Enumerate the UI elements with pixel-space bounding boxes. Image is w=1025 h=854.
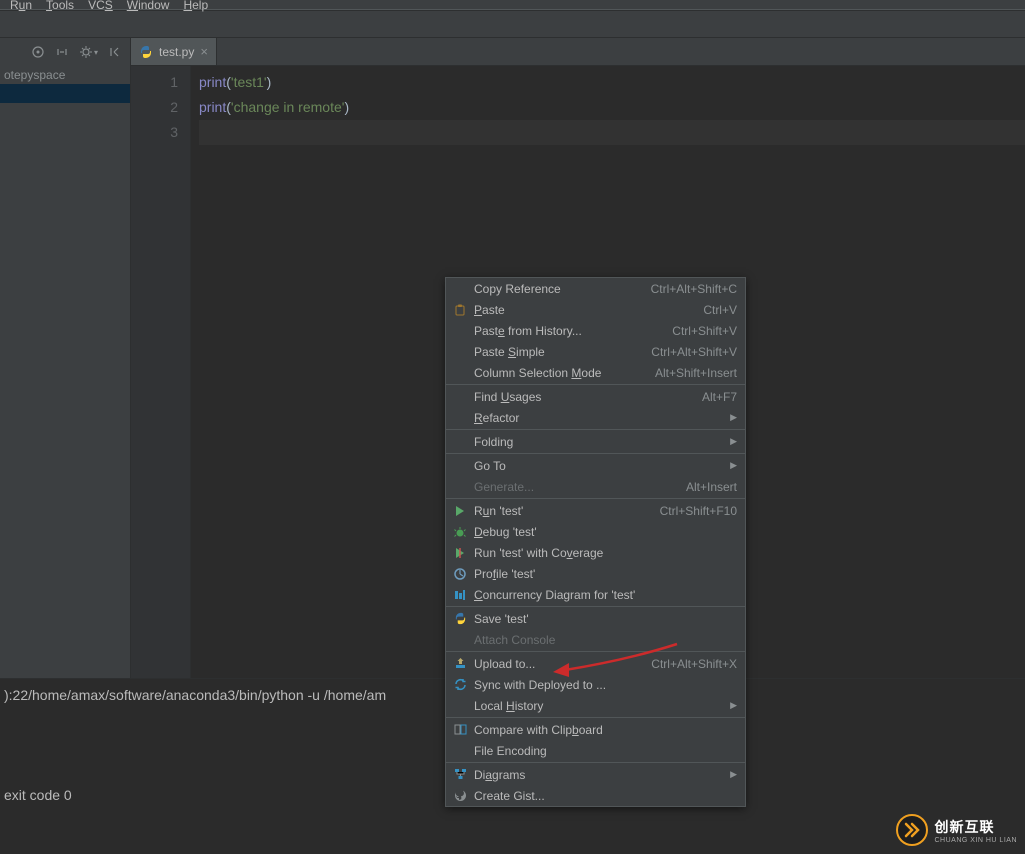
ctx-concurrency[interactable]: Concurrency Diagram for 'test' <box>446 584 745 605</box>
line-gutter: 1 2 3 <box>131 66 191 678</box>
ctx-paste-history[interactable]: Paste from History...Ctrl+Shift+V <box>446 320 745 341</box>
ctx-local-history[interactable]: Local History▶ <box>446 695 745 716</box>
sync-icon <box>452 678 468 691</box>
ctx-save[interactable]: Save 'test' <box>446 608 745 629</box>
code-line: print('test1') <box>199 70 1025 95</box>
menu-vcs[interactable]: VCS <box>88 0 113 12</box>
project-tool-window: ▾ otepyspace <box>0 38 131 678</box>
ctx-column-selection[interactable]: Column Selection ModeAlt+Shift+Insert <box>446 362 745 383</box>
upload-icon <box>452 657 468 670</box>
compare-icon <box>452 723 468 736</box>
python-file-icon <box>139 45 153 59</box>
ctx-compare-clipboard[interactable]: Compare with Clipboard <box>446 719 745 740</box>
ctx-sync[interactable]: Sync with Deployed to ... <box>446 674 745 695</box>
breadcrumb-bar <box>0 10 1025 38</box>
tab-filename: test.py <box>159 45 194 59</box>
github-icon <box>452 789 468 802</box>
editor-tab[interactable]: test.py × <box>131 38 217 65</box>
project-tree-item[interactable]: otepyspace <box>0 66 130 84</box>
ctx-find-usages[interactable]: Find UsagesAlt+F7 <box>446 386 745 407</box>
watermark: 创新互联 CHUANG XIN HU LIAN <box>896 814 1017 846</box>
project-toolbar: ▾ <box>0 38 130 66</box>
bug-icon <box>452 526 468 538</box>
ctx-attach-console: Attach Console <box>446 629 745 650</box>
ctx-file-encoding[interactable]: File Encoding <box>446 740 745 761</box>
watermark-logo-icon <box>896 814 928 846</box>
ctx-create-gist[interactable]: Create Gist... <box>446 785 745 806</box>
python-icon <box>452 612 468 625</box>
ctx-coverage[interactable]: Run 'test' with Coverage <box>446 542 745 563</box>
paste-icon <box>452 303 468 317</box>
ctx-run[interactable]: Run 'test'Ctrl+Shift+F10 <box>446 500 745 521</box>
project-tree-item-selected[interactable] <box>0 84 130 103</box>
collapse-icon[interactable] <box>55 45 69 59</box>
ctx-folding[interactable]: Folding▶ <box>446 431 745 452</box>
code-line: print('change in remote') <box>199 95 1025 120</box>
hide-icon[interactable] <box>108 45 122 59</box>
ctx-debug[interactable]: Debug 'test' <box>446 521 745 542</box>
ctx-diagrams[interactable]: Diagrams▶ <box>446 764 745 785</box>
target-icon[interactable] <box>31 45 45 59</box>
editor-tabs: test.py × <box>131 38 1025 66</box>
ctx-paste-simple[interactable]: Paste SimpleCtrl+Alt+Shift+V <box>446 341 745 362</box>
coverage-icon <box>452 547 468 559</box>
menu-help[interactable]: Help <box>183 0 208 12</box>
ctx-copy-reference[interactable]: Copy ReferenceCtrl+Alt+Shift+C <box>446 278 745 299</box>
tab-close-icon[interactable]: × <box>200 44 208 59</box>
diagram-icon <box>452 768 468 781</box>
main-menu-bar: Run Tools VCS Window Help <box>0 0 1025 10</box>
ctx-goto[interactable]: Go To▶ <box>446 455 745 476</box>
run-icon <box>452 505 468 517</box>
menu-window[interactable]: Window <box>127 0 170 12</box>
gear-icon[interactable]: ▾ <box>79 45 98 59</box>
ctx-generate: Generate...Alt+Insert <box>446 476 745 497</box>
ctx-profile[interactable]: Profile 'test' <box>446 563 745 584</box>
ctx-upload[interactable]: Upload to...Ctrl+Alt+Shift+X <box>446 653 745 674</box>
menu-run[interactable]: Run <box>10 0 32 12</box>
profile-icon <box>452 568 468 580</box>
menu-tools[interactable]: Tools <box>46 0 74 12</box>
ctx-paste[interactable]: PasteCtrl+V <box>446 299 745 320</box>
code-line <box>199 120 1025 145</box>
concurrency-icon <box>452 589 468 601</box>
ctx-refactor[interactable]: Refactor▶ <box>446 407 745 428</box>
editor-context-menu: Copy ReferenceCtrl+Alt+Shift+C PasteCtrl… <box>445 277 746 807</box>
